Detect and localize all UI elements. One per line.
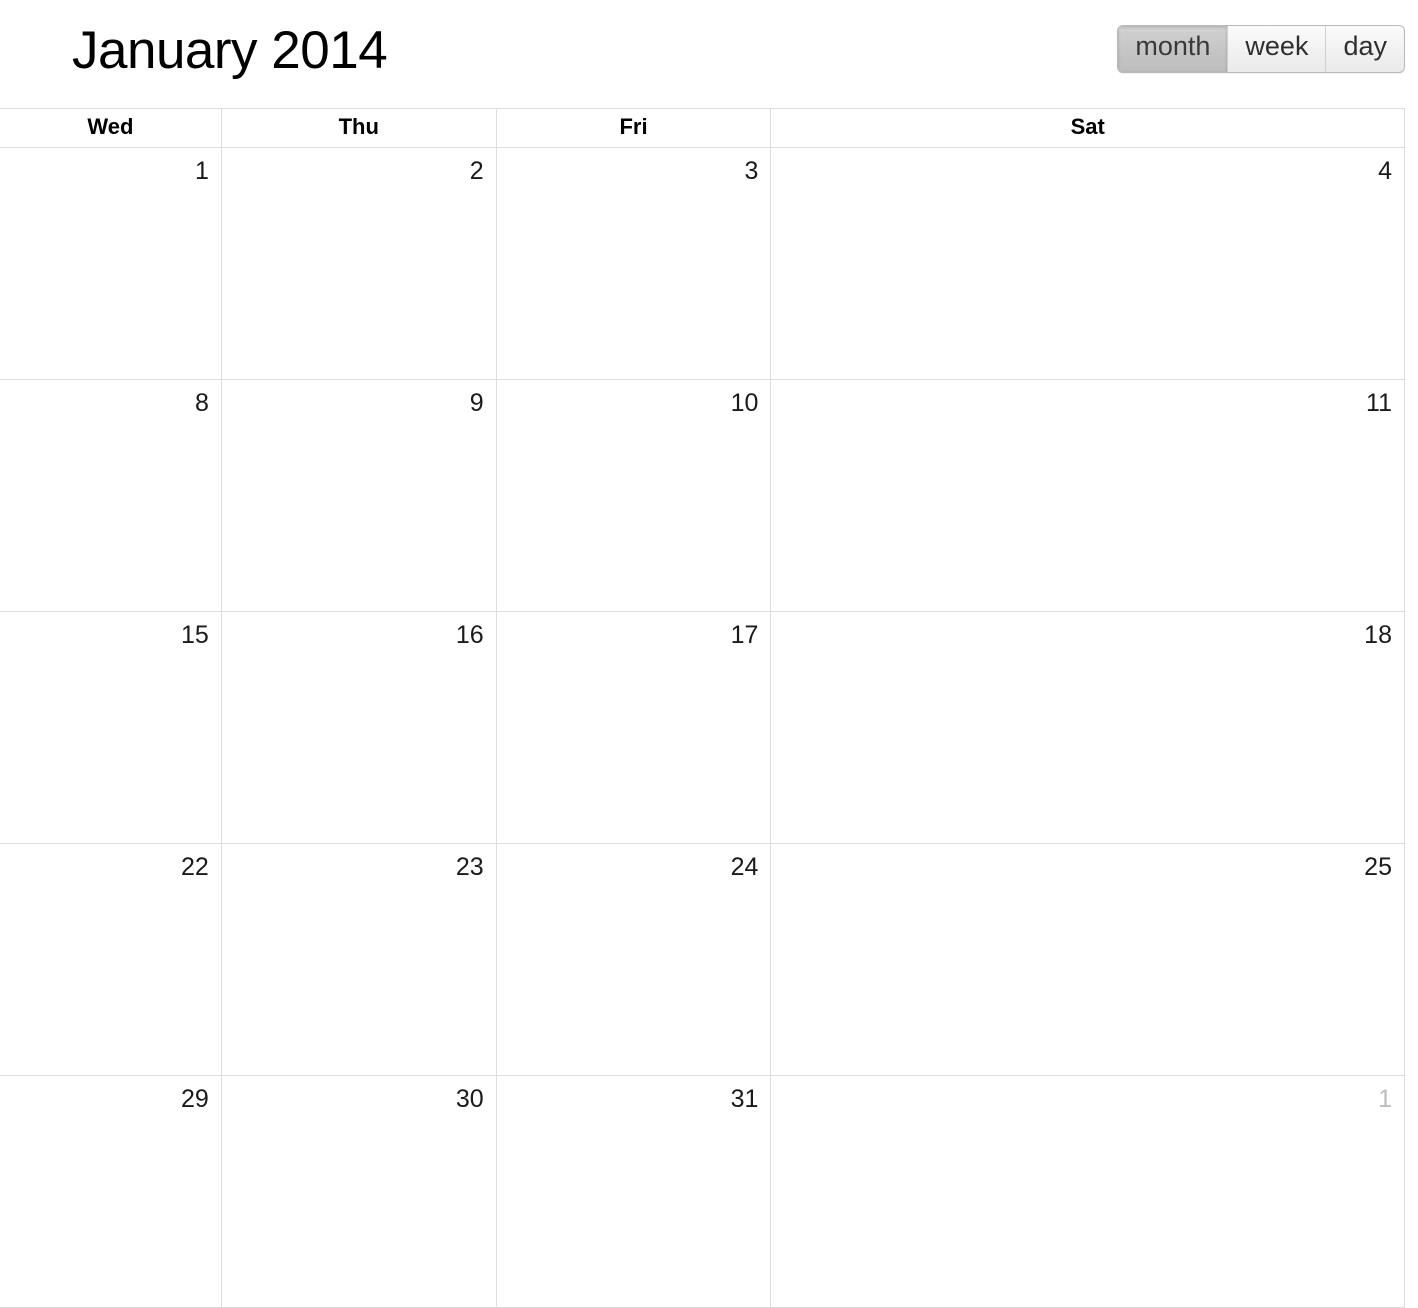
day-number: 31 bbox=[730, 1085, 759, 1113]
day-number: 2 bbox=[469, 157, 484, 185]
day-cell[interactable]: 10 bbox=[496, 380, 772, 611]
week-row: 29 30 31 1 bbox=[0, 1076, 1404, 1308]
day-number: 18 bbox=[1364, 621, 1392, 649]
day-cell[interactable]: 30 bbox=[221, 1076, 497, 1307]
day-cell[interactable]: 4 bbox=[771, 148, 1404, 379]
day-number: 30 bbox=[455, 1085, 484, 1113]
day-number: 29 bbox=[181, 1085, 209, 1113]
day-number: 23 bbox=[455, 853, 484, 881]
calendar-app: January 2014 month week day Wed Thu Fri … bbox=[0, 0, 1418, 1308]
day-number: 24 bbox=[730, 853, 759, 881]
day-number: 16 bbox=[455, 621, 484, 649]
day-number: 3 bbox=[744, 157, 759, 185]
day-number: 1 bbox=[1378, 1085, 1392, 1113]
day-cell[interactable]: 1 bbox=[771, 1076, 1404, 1307]
day-cell[interactable]: 16 bbox=[221, 612, 497, 843]
calendar-toolbar: January 2014 month week day bbox=[0, 0, 1418, 108]
weekday-header-wed: Wed bbox=[0, 109, 222, 147]
weekday-header-fri: Fri bbox=[497, 109, 772, 147]
day-cell[interactable]: 11 bbox=[771, 380, 1404, 611]
month-grid: Wed Thu Fri Sat 1 2 3 4 8 9 10 11 15 16 … bbox=[0, 108, 1405, 1308]
page-title: January 2014 bbox=[72, 21, 388, 80]
day-cell[interactable]: 15 bbox=[0, 612, 222, 843]
weekday-header-thu: Thu bbox=[222, 109, 497, 147]
weekday-header-row: Wed Thu Fri Sat bbox=[0, 109, 1404, 148]
day-cell[interactable]: 22 bbox=[0, 844, 222, 1075]
day-cell[interactable]: 17 bbox=[496, 612, 772, 843]
view-button-month[interactable]: month bbox=[1118, 26, 1228, 72]
day-cell[interactable]: 2 bbox=[221, 148, 497, 379]
day-number: 8 bbox=[194, 389, 209, 417]
day-cell[interactable]: 9 bbox=[221, 380, 497, 611]
day-cell[interactable]: 29 bbox=[0, 1076, 222, 1307]
day-number: 22 bbox=[181, 853, 209, 881]
day-number: 11 bbox=[1366, 389, 1392, 417]
day-cell[interactable]: 25 bbox=[771, 844, 1404, 1075]
view-button-day[interactable]: day bbox=[1325, 26, 1404, 72]
weekday-header-sat: Sat bbox=[1070, 113, 1105, 139]
day-number: 4 bbox=[1378, 157, 1392, 185]
day-cell[interactable]: 24 bbox=[496, 844, 772, 1075]
day-cell[interactable]: 1 bbox=[0, 148, 222, 379]
week-row: 22 23 24 25 bbox=[0, 844, 1404, 1076]
day-number: 25 bbox=[1364, 853, 1392, 881]
view-switcher: month week day bbox=[1117, 25, 1405, 73]
day-cell[interactable]: 8 bbox=[0, 380, 222, 611]
week-row: 15 16 17 18 bbox=[0, 612, 1404, 844]
view-button-week[interactable]: week bbox=[1227, 26, 1326, 72]
day-number: 17 bbox=[730, 621, 759, 649]
week-row: 8 9 10 11 bbox=[0, 380, 1404, 612]
day-cell[interactable]: 3 bbox=[496, 148, 772, 379]
day-number: 15 bbox=[181, 621, 209, 649]
day-cell[interactable]: 31 bbox=[496, 1076, 772, 1307]
day-number: 9 bbox=[469, 389, 484, 417]
day-cell[interactable]: 18 bbox=[771, 612, 1404, 843]
day-number: 1 bbox=[194, 157, 209, 185]
week-row: 1 2 3 4 bbox=[0, 148, 1404, 380]
day-cell[interactable]: 23 bbox=[221, 844, 497, 1075]
day-number: 10 bbox=[730, 389, 759, 417]
